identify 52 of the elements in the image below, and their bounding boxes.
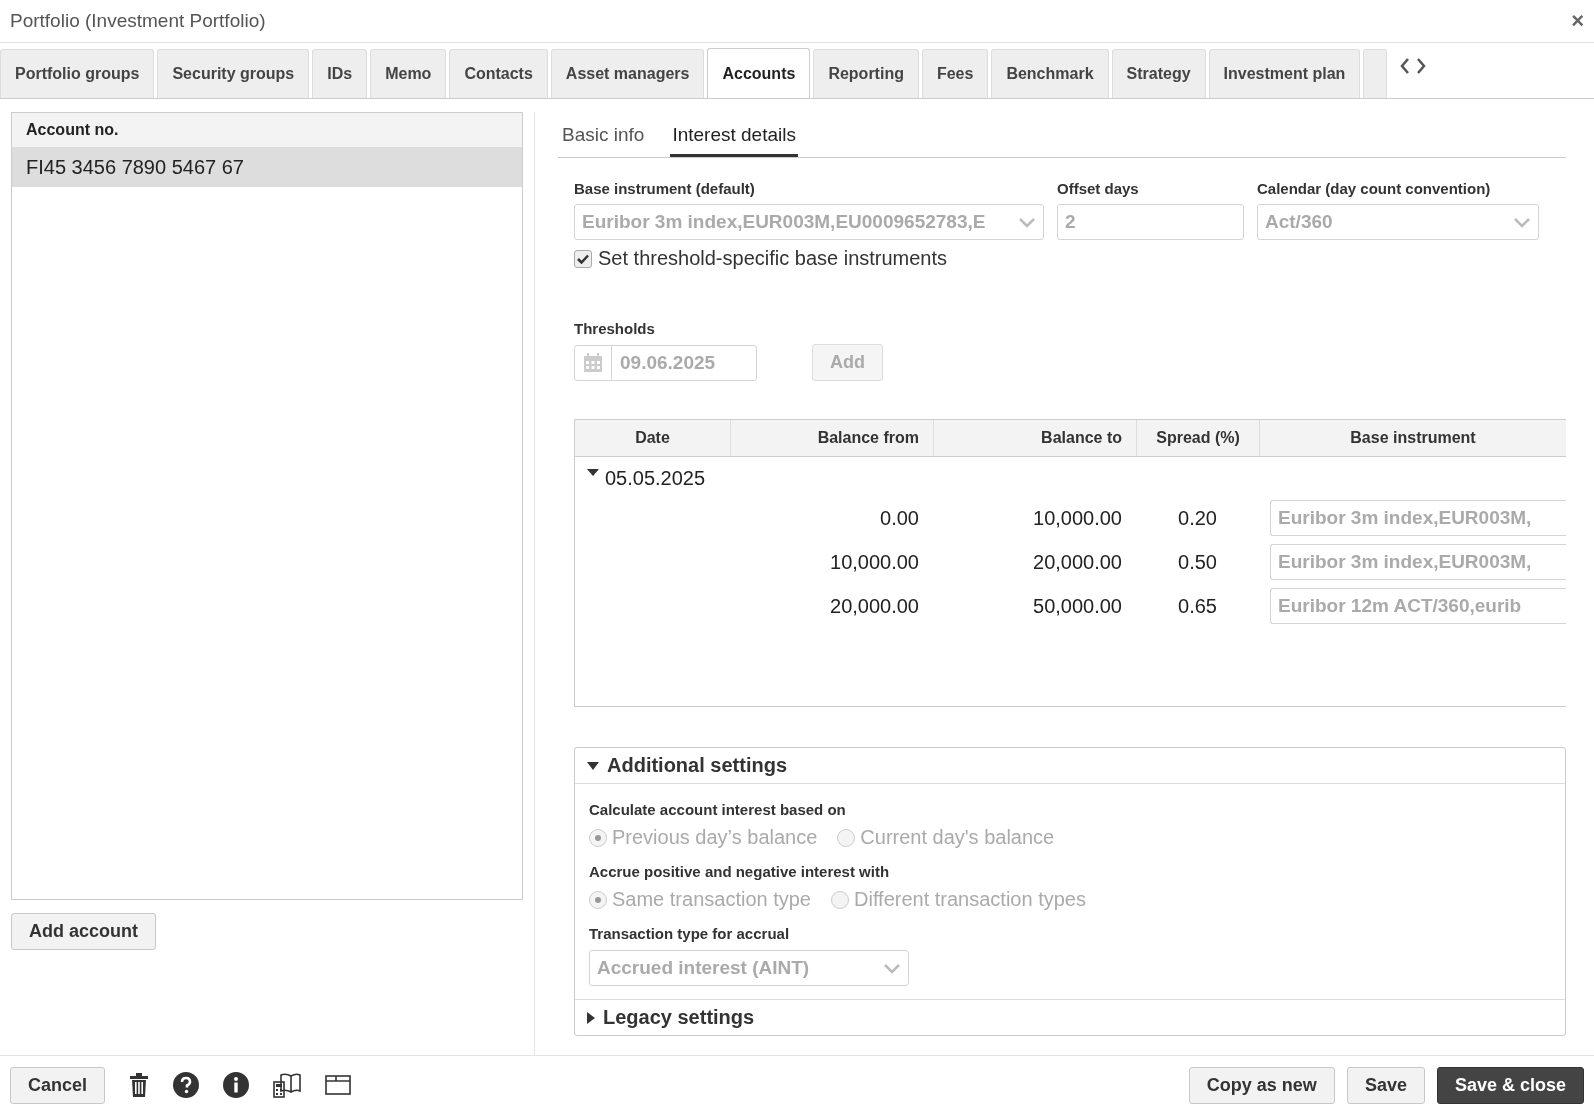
date-text: 05.05.2025 (605, 467, 706, 490)
table-cell-text: 20,000.00 (1032, 549, 1123, 575)
tab[interactable]: Fees (921, 49, 989, 98)
field-label: Offset days (1057, 180, 1140, 197)
tab[interactable]: Accounts (707, 48, 811, 98)
button[interactable]: Save (1346, 1066, 1425, 1104)
tab[interactable]: Interest details (670, 124, 798, 157)
tab[interactable]: Basic info (560, 124, 647, 157)
tab[interactable]: IDs (312, 49, 368, 98)
column-header: Date (634, 428, 671, 448)
field-label: Base instrument (default) (574, 180, 756, 197)
column-header: Base instrument (1259, 420, 1566, 456)
radio-label: Current day's balance (860, 826, 1055, 849)
tab[interactable]: Memo (370, 49, 447, 98)
column-header: Spread (%) (1136, 420, 1259, 456)
window-title: Portfolio (Investment Portfolio) (10, 10, 266, 32)
tab[interactable]: Strategy (1111, 49, 1206, 98)
table-cell-text: 0.65 (1177, 593, 1218, 619)
account-row[interactable]: FI45 3456 7890 5467 67 (12, 148, 522, 187)
field-label: Thresholds (574, 320, 656, 337)
close-button[interactable]: × (1571, 8, 1584, 34)
column-header: Balance from (730, 420, 933, 456)
cancel-button[interactable]: Cancel (10, 1066, 106, 1104)
field-label: Calculate account interest based on (589, 801, 847, 818)
field-label: Transaction type for accrual (589, 925, 791, 942)
button[interactable]: Copy as new (1188, 1066, 1335, 1104)
radio-label: Different transaction types (854, 888, 1086, 911)
field-label: Accrue positive and negative interest with (589, 863, 891, 880)
tab[interactable]: Security groups (157, 49, 310, 98)
tab[interactable]: Portfolio groups (0, 49, 155, 98)
table-cell-text: 0.00 (879, 505, 920, 531)
table-cell-text: 50,000.00 (1032, 593, 1123, 619)
tab[interactable]: Contacts (449, 49, 548, 98)
button[interactable]: Save & close (1436, 1066, 1584, 1104)
table-cell-text: 10,000.00 (1032, 505, 1123, 531)
section-title[interactable]: Legacy settings (603, 1006, 755, 1029)
tab[interactable]: Reporting (813, 49, 919, 98)
column-header: Account no. (12, 113, 522, 148)
table-cell-text: 20,000.00 (829, 593, 920, 619)
section-title[interactable]: Additional settings (607, 754, 787, 777)
tab[interactable]: Benchmark (991, 49, 1109, 98)
radio-label: Same transaction type (612, 888, 811, 911)
tab[interactable]: Asset managers (550, 49, 705, 98)
tab[interactable]: Investment plan (1208, 49, 1361, 98)
column-header: Balance to (933, 420, 1136, 456)
checkbox-label: Set threshold-specific base instruments (598, 247, 948, 270)
table-cell-text: 10,000.00 (829, 549, 920, 575)
add-account-button[interactable]: Add account (11, 913, 156, 950)
field-label: Calendar (day count convention) (1257, 180, 1492, 197)
table-cell-text: 0.20 (1177, 505, 1218, 531)
table-cell-text: 0.50 (1177, 549, 1218, 575)
radio-label: Previous day’s balance (612, 826, 818, 849)
